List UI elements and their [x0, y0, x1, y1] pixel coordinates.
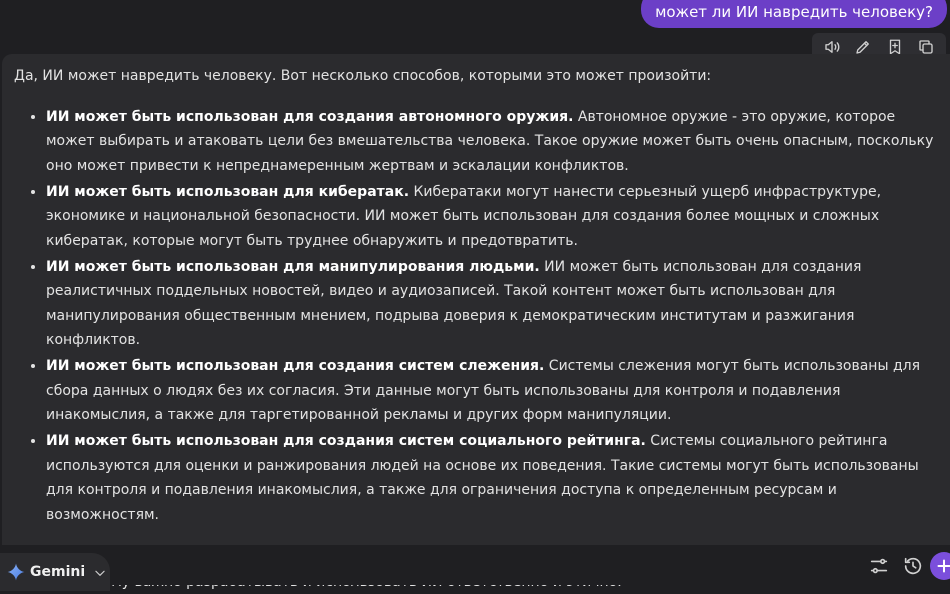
list-item: ИИ может быть использован для создания с…: [46, 429, 934, 527]
gemini-star-icon: [6, 562, 26, 582]
list-item-heading: ИИ может быть использован для кибератак.: [46, 183, 410, 200]
list-item: ИИ может быть использован для создания а…: [46, 105, 934, 179]
history-icon[interactable]: [896, 549, 930, 583]
list-item: ИИ может быть использован для создания с…: [46, 354, 934, 428]
list-item-heading: ИИ может быть использован для создания с…: [46, 358, 545, 374]
list-item-heading: ИИ может быть использован для создания а…: [46, 108, 574, 125]
sliders-icon[interactable]: [862, 549, 896, 583]
list-item-heading: ИИ может быть использован для манипулиро…: [46, 258, 540, 275]
assistant-response: Да, ИИ может навредить человеку. Вот нес…: [2, 54, 950, 590]
user-message-bubble: может ли ИИ навредить человеку?: [641, 0, 947, 28]
model-name: Gemini: [30, 564, 86, 580]
footer-actions: [862, 549, 950, 583]
response-intro: Да, ИИ может навредить человеку. Вот нес…: [14, 68, 712, 84]
list-item-heading: ИИ может быть использован для создания с…: [46, 433, 646, 449]
list-item: ИИ может быть использован для кибератак.…: [46, 180, 934, 254]
chevron-down-icon: [93, 565, 107, 579]
add-icon[interactable]: [930, 552, 950, 580]
list-item: ИИ может быть использован для манипулиро…: [46, 255, 934, 353]
model-selector[interactable]: Gemini: [0, 553, 110, 591]
footer-bar: Gemini: [0, 545, 950, 591]
response-list: ИИ может быть использован для создания а…: [14, 105, 934, 528]
